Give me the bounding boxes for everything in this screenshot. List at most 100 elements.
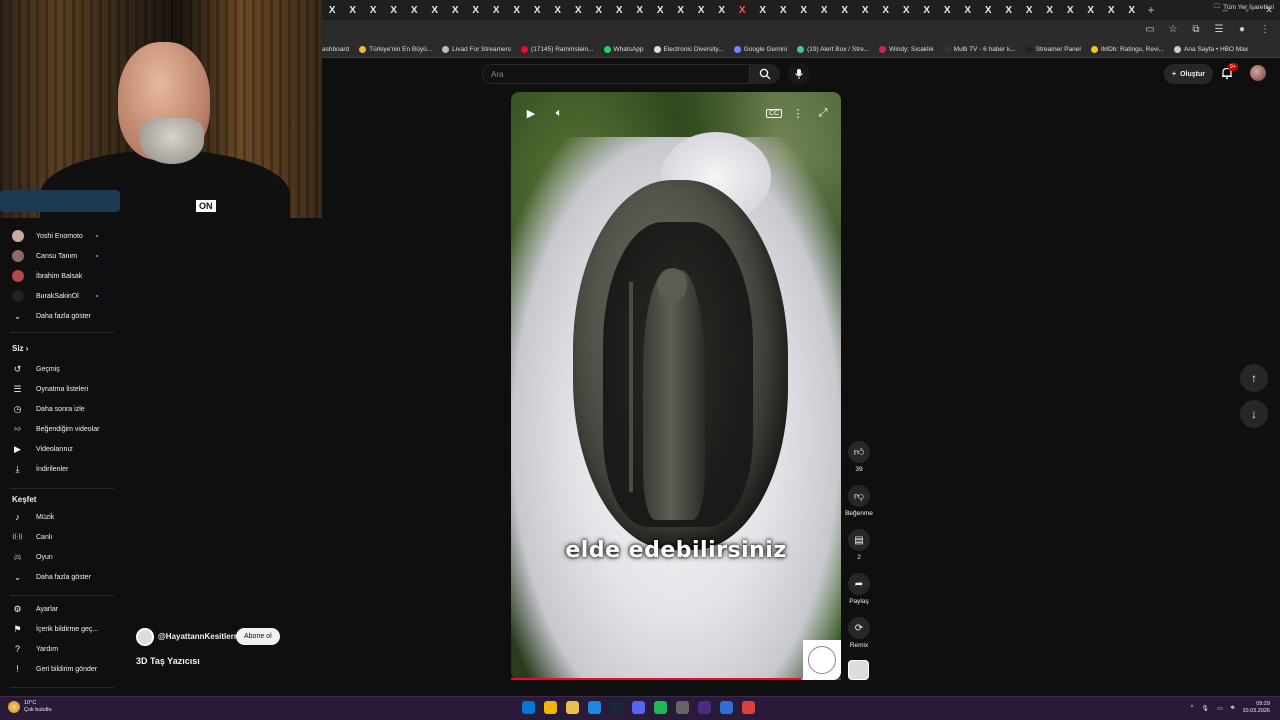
bookmark-item[interactable]: Electronic Diversity... <box>653 46 724 53</box>
sidebar-item-gamepad[interactable]: 🎮︎ Oyun <box>0 547 120 567</box>
subscribe-button[interactable]: Abone ol <box>236 628 280 645</box>
sidebar-item-thumbs-up[interactable]: 👍︎ Beğendiğim videolar <box>0 419 120 439</box>
profile-icon[interactable]: ● <box>1235 23 1249 37</box>
play-button[interactable]: ▶ <box>522 104 540 122</box>
browser-tab[interactable]: X <box>384 0 405 20</box>
browser-tab[interactable]: X <box>773 0 794 20</box>
browser-tab[interactable]: X <box>794 0 815 20</box>
taskbar-app-icon[interactable] <box>522 701 535 714</box>
browser-tab[interactable]: X <box>589 0 610 20</box>
search-input[interactable]: Ara <box>482 64 750 84</box>
browser-tab[interactable]: X <box>609 0 630 20</box>
bookmark-item[interactable]: WhatsApp <box>603 46 644 53</box>
sound-thumbnail[interactable] <box>848 660 869 680</box>
browser-tab[interactable]: X <box>343 0 364 20</box>
browser-tab[interactable]: X <box>1060 0 1081 20</box>
clock[interactable]: 09:29 10.03.2026 <box>1242 701 1270 715</box>
create-button[interactable]: + Oluştur <box>1164 64 1213 84</box>
sidebar-item-gear[interactable]: ⚙ Ayarlar <box>0 599 120 619</box>
voice-search-button[interactable] <box>788 63 810 85</box>
sidebar-item-clock[interactable]: ◷ Daha sonra izle <box>0 399 120 419</box>
bookmark-item[interactable]: Windy: Sıcaklık <box>879 46 934 53</box>
next-short-button[interactable]: ↓ <box>1240 400 1268 428</box>
avatar[interactable] <box>1250 65 1266 81</box>
remix-action[interactable]: ⟳ Remix <box>838 617 880 649</box>
taskbar-app-icon[interactable] <box>720 701 733 714</box>
sidebar-item-show-more[interactable]: ⌄ Daha fazla göster <box>0 567 120 587</box>
browser-tab[interactable]: X <box>999 0 1020 20</box>
dislike-action[interactable]: 👎︎ Beğenme <box>838 485 880 517</box>
bookmark-item[interactable]: Google Gemini <box>733 46 787 53</box>
share-action[interactable]: ➦ Paylaş <box>838 573 880 605</box>
bookmark-item[interactable]: Streamer Panel <box>1025 46 1081 53</box>
thumbs-up-icon[interactable]: 👍︎ <box>848 441 870 463</box>
cast-icon[interactable]: ▭ <box>1143 23 1157 37</box>
taskbar-app-icon[interactable] <box>588 701 601 714</box>
video-progress-bar[interactable] <box>511 678 841 680</box>
bookmark-item[interactable]: Türkiye'nin En Büyü... <box>359 46 432 53</box>
browser-tab[interactable]: X <box>671 0 692 20</box>
browser-tab[interactable]: X <box>548 0 569 20</box>
browser-tab[interactable]: X <box>322 0 343 20</box>
comment-action[interactable]: ▤ 2 <box>838 529 880 561</box>
sidebar-section-you[interactable]: Siz › <box>12 344 28 353</box>
sidebar-item-subscription[interactable]: BurakSakinOl <box>0 286 120 306</box>
previous-short-button[interactable]: ↑ <box>1240 364 1268 392</box>
bookmark-item[interactable]: IMDb: Ratings, Revi... <box>1090 46 1164 53</box>
sidebar-item-feedback[interactable]: ! Geri bildirim gönder <box>0 659 120 679</box>
fullscreen-button[interactable]: ⤢ <box>814 104 832 122</box>
browser-tab[interactable]: X <box>958 0 979 20</box>
speaker-icon[interactable]: 🔊︎ <box>1231 705 1235 712</box>
browser-tab[interactable]: X <box>855 0 876 20</box>
star-icon[interactable]: ☆ <box>1166 23 1180 37</box>
browser-tab[interactable]: X <box>1081 0 1102 20</box>
more-icon[interactable]: ⋮ <box>1258 23 1272 37</box>
browser-tab[interactable]: X <box>691 0 712 20</box>
sidebar-item-live[interactable]: ((·)) Canlı <box>0 527 120 547</box>
new-tab-button[interactable]: + <box>1142 3 1160 17</box>
sidebar-item-subscription[interactable]: Yoshi Enomoto <box>0 226 120 246</box>
bookmarks-folder[interactable]: 🗀︎ Tüm Yer İşaretleri <box>1214 2 1274 13</box>
sidebar-item-video[interactable]: ▶ Videolarınız <box>0 439 120 459</box>
microphone-tray-icon[interactable]: 🎙︎ <box>1201 705 1209 712</box>
taskbar-app-icon[interactable] <box>632 701 645 714</box>
shorts-player[interactable]: elde edebilirsiniz ▶ 🔈︎ CC ⋮ ⤢ <box>511 92 841 680</box>
browser-tab[interactable]: X <box>466 0 487 20</box>
browser-tab[interactable]: X <box>507 0 528 20</box>
browser-tab[interactable]: X <box>404 0 425 20</box>
browser-tab[interactable]: X <box>896 0 917 20</box>
player-more-button[interactable]: ⋮ <box>789 104 807 122</box>
taskbar-app-icon[interactable] <box>676 701 689 714</box>
taskbar-app-icon[interactable] <box>742 701 755 714</box>
extensions-icon[interactable]: ⧉ <box>1189 23 1203 37</box>
captions-button[interactable]: CC <box>765 104 783 122</box>
bookmark-item[interactable]: Ana Sayfa • HBO Max <box>1174 46 1248 53</box>
browser-tab[interactable]: X <box>835 0 856 20</box>
taskbar-app-icon[interactable] <box>610 701 623 714</box>
browser-tab[interactable]: X <box>1101 0 1122 20</box>
bookmark-item[interactable]: (17145) Rammstein... <box>521 46 594 53</box>
browser-tab[interactable]: X <box>753 0 774 20</box>
taskbar-app-icon[interactable] <box>566 701 579 714</box>
chevron-up-icon[interactable]: ^ <box>1191 705 1194 711</box>
browser-tab[interactable]: X <box>876 0 897 20</box>
sidebar-item-subscription[interactable]: Cansu Tanım <box>0 246 120 266</box>
share-icon[interactable]: ➦ <box>848 573 870 595</box>
browser-tab[interactable]: X <box>445 0 466 20</box>
taskbar-app-icon[interactable] <box>544 701 557 714</box>
browser-tab[interactable]: X <box>1019 0 1040 20</box>
sidebar-item-show-more[interactable]: ⌄ Daha fazla göster <box>0 306 120 326</box>
sidebar-item-subscription[interactable]: İbrahim Balsak <box>0 266 120 286</box>
comment-icon[interactable]: ▤ <box>848 529 870 551</box>
thumbs-down-icon[interactable]: 👎︎ <box>848 485 870 507</box>
browser-tab[interactable]: X <box>630 0 651 20</box>
menu-icon[interactable]: ☰ <box>1212 23 1226 37</box>
volume-button[interactable]: 🔈︎ <box>550 104 568 122</box>
browser-tab[interactable]: X <box>1040 0 1061 20</box>
sidebar-item-music[interactable]: ♪ Müzik <box>0 507 120 527</box>
sidebar-item-flag[interactable]: ⚑ İçerik bildirme geç... <box>0 619 120 639</box>
taskbar-app-icon[interactable] <box>654 701 667 714</box>
bookmark-item[interactable]: Multi TV - 6 haber k... <box>943 46 1016 53</box>
channel-handle[interactable]: @HayattannKesitlerr <box>158 632 237 641</box>
sidebar-item-playlist[interactable]: ☰ Oynatma listeleri <box>0 379 120 399</box>
